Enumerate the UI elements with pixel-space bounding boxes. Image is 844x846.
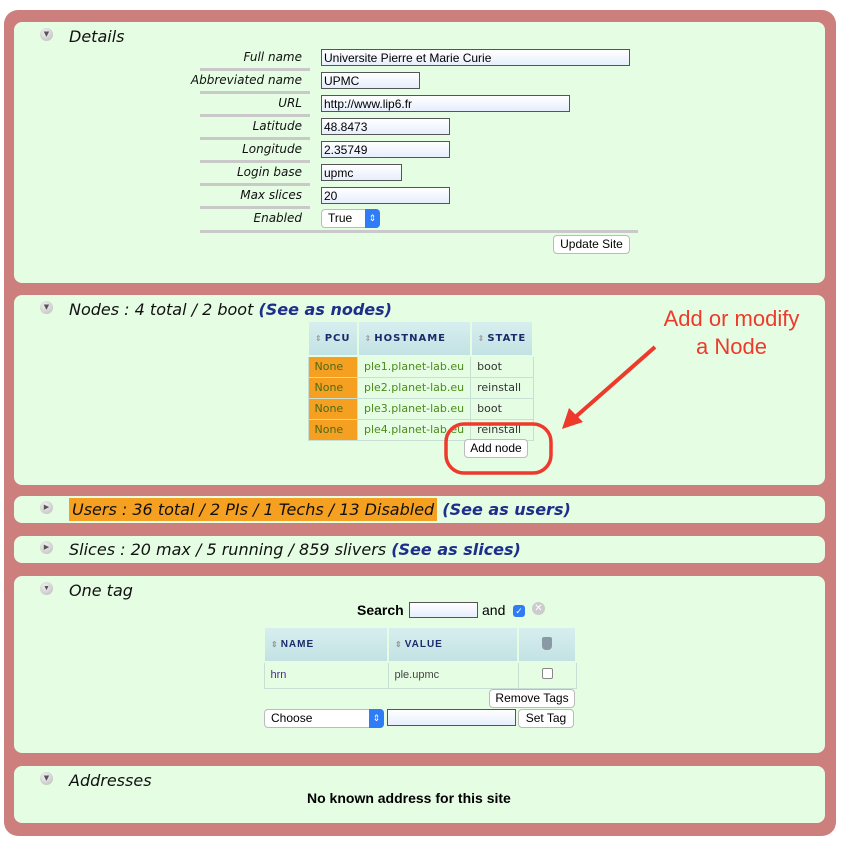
- column-header-name[interactable]: ⇕ NAME: [263, 626, 389, 663]
- no-address-message: No known address for this site: [307, 790, 511, 806]
- search-label: Search: [357, 602, 404, 618]
- tag-name-link[interactable]: hrn: [263, 661, 389, 689]
- remove-tag-checkbox[interactable]: [517, 661, 577, 689]
- panel-title: Addresses: [69, 771, 152, 790]
- and-checkbox[interactable]: ✓: [513, 605, 525, 617]
- tag-value: ple.upmc: [387, 661, 519, 689]
- annotation-arrow: [570, 345, 657, 422]
- annotation-highlight: [444, 422, 553, 475]
- search-input[interactable]: [409, 602, 478, 618]
- panel-title: Users : 36 total / 2 PIs / 1 Techs / 13 …: [69, 498, 571, 521]
- tag-value-input[interactable]: [387, 709, 516, 726]
- panel-title: One tag: [69, 581, 133, 600]
- and-label: and: [482, 602, 506, 618]
- sort-icon: ⇕: [395, 640, 403, 649]
- tag-type-value: Choose: [271, 711, 313, 725]
- users-summary: Users : 36 total / 2 PIs / 1 Techs / 13 …: [69, 498, 438, 521]
- expand-toggle-icon[interactable]: ▶: [40, 541, 53, 554]
- column-header-value[interactable]: ⇕ VALUE: [387, 626, 519, 663]
- panel-title: Slices : 20 max / 5 running / 859 sliver…: [69, 540, 521, 559]
- expand-toggle-icon[interactable]: ▶: [40, 501, 53, 514]
- remove-tags-button[interactable]: Remove Tags: [489, 689, 575, 708]
- trash-icon: [517, 626, 577, 663]
- slices-summary: Slices : 20 max / 5 running / 859 sliver…: [69, 540, 387, 559]
- addresses-panel: ▼ Addresses No known address for this si…: [14, 766, 825, 823]
- tag-type-select[interactable]: Choose ⇕: [264, 709, 384, 728]
- users-panel: ▶ Users : 36 total / 2 PIs / 1 Techs / 1…: [14, 496, 825, 523]
- tags-panel: ▼ One tag Search and ✓ ✕ ⇕ NAME ⇕ VALUE hr…: [14, 576, 825, 753]
- tags-table: ⇕ NAME ⇕ VALUE hrn ple.upmc: [263, 626, 577, 689]
- see-as-users-link[interactable]: (See as users): [442, 500, 571, 519]
- sort-icon: ⇕: [271, 640, 279, 649]
- set-tag-button[interactable]: Set Tag: [518, 709, 574, 728]
- see-as-slices-link[interactable]: (See as slices): [391, 540, 521, 559]
- clear-search-icon[interactable]: ✕: [532, 602, 545, 615]
- slices-panel: ▶ Slices : 20 max / 5 running / 859 sliv…: [14, 536, 825, 563]
- table-row: hrn ple.upmc: [263, 661, 577, 689]
- collapse-toggle-icon[interactable]: ▼: [40, 772, 53, 785]
- select-arrows-icon: ⇕: [369, 709, 384, 728]
- collapse-toggle-icon[interactable]: ▼: [40, 582, 53, 595]
